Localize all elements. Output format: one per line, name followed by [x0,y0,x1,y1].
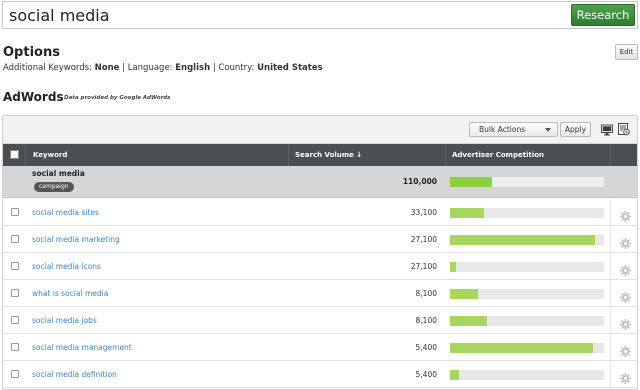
keyword-link[interactable]: social media sites [32,199,99,226]
gear-icon[interactable] [620,261,631,276]
row-checkbox[interactable] [11,289,19,297]
bulk-actions-select[interactable]: Bulk Actions [469,122,558,137]
table-header: Keyword Search Volume ↓ Advertiser Compe… [3,144,637,166]
column-divider [610,226,611,252]
search-input[interactable] [3,2,569,28]
search-volume: 27,100 [410,235,437,244]
column-divider [610,334,611,360]
keyword-link[interactable]: social media marketing [32,226,120,253]
search-volume: 8,100 [415,289,437,298]
search-volume: 8,100 [415,316,437,325]
keyword-link[interactable]: social media jobs [32,307,97,334]
summary-keyword: social media [32,169,85,178]
gear-icon[interactable] [620,207,631,222]
table-row: what is social media 8,100 [3,280,637,307]
column-divider [610,307,611,333]
competition-bar [450,343,604,353]
row-checkbox[interactable] [11,343,19,351]
keyword-link[interactable]: what is social media [32,280,108,307]
keyword-column-header[interactable]: Keyword [33,144,67,166]
research-button[interactable]: Research [571,4,635,26]
monitor-icon[interactable] [601,124,613,136]
gear-icon[interactable] [620,342,631,357]
search-volume: 5,400 [415,343,437,352]
table-row: social media jobs 8,100 [3,307,637,334]
competition-bar-fill [450,289,478,299]
edit-button[interactable]: Edit [615,44,638,60]
column-divider [610,280,611,306]
competition-bar-fill [450,370,460,380]
row-checkbox[interactable] [11,262,19,270]
keyword-link[interactable]: social media icons [32,253,101,280]
competition-column-header[interactable]: Advertiser Competition [452,144,544,166]
competition-bar [450,177,604,187]
table-row: social media marketing 27,100 [3,226,637,253]
table-row: social media definition 5,400 [3,361,637,388]
gear-icon[interactable] [620,234,631,249]
competition-bar [450,235,604,245]
competition-bar-fill [450,177,492,187]
row-checkbox[interactable] [11,235,19,243]
export-icon[interactable] [618,123,630,136]
competition-bar-fill [450,343,594,353]
gear-icon[interactable] [620,288,631,303]
language-label: | Language: [119,63,176,73]
select-all-checkbox[interactable] [10,150,19,159]
summary-row: social media campaign 110,000 [3,166,637,198]
competition-bar [450,289,604,299]
gear-icon[interactable] [620,369,631,384]
competition-bar [450,208,604,218]
language-value: English [175,63,211,73]
competition-bar-fill [450,262,457,272]
options-summary: Additional Keywords: None | Language: En… [3,63,323,73]
campaign-badge: campaign [34,182,74,192]
competition-bar [450,370,604,380]
country-label: | Country: [210,63,258,73]
keyword-table-panel: Bulk Actions Apply Keyword Search Volume… [2,115,638,390]
row-checkbox[interactable] [11,316,19,324]
row-checkbox[interactable] [11,208,19,216]
adwords-subtitle: Data provided by Google AdWords [64,95,171,101]
competition-bar [450,316,604,326]
competition-bar-fill [450,208,484,218]
search-bar: Research [2,1,638,29]
table-row: social media management 5,400 [3,334,637,361]
summary-volume: 110,000 [402,177,437,186]
competition-bar-fill [450,316,487,326]
column-divider [610,199,611,225]
search-volume: 33,100 [410,208,437,217]
column-divider [610,253,611,279]
country-value: United States [257,63,323,73]
search-volume: 27,100 [410,262,437,271]
bulk-actions-label: Bulk Actions [479,125,526,134]
search-volume-column-header[interactable]: Search Volume ↓ [295,144,362,166]
chevron-down-icon [545,128,551,132]
options-heading: Options [3,45,60,60]
gear-icon[interactable] [620,315,631,330]
table-row: social media sites 33,100 [3,199,637,226]
keyword-link[interactable]: social media definition [32,361,117,388]
apply-button[interactable]: Apply [560,122,591,137]
adwords-heading: AdWords [3,90,64,104]
table-toolbar: Bulk Actions Apply [3,116,637,144]
search-volume: 5,400 [415,370,437,379]
competition-bar [450,262,604,272]
additional-keywords-label: Additional Keywords: [3,63,95,73]
additional-keywords-value: None [94,63,120,73]
row-checkbox[interactable] [11,370,19,378]
competition-bar-fill [450,235,595,245]
table-row: social media icons 27,100 [3,253,637,280]
column-divider [610,361,611,387]
keyword-link[interactable]: social media management [32,334,132,361]
